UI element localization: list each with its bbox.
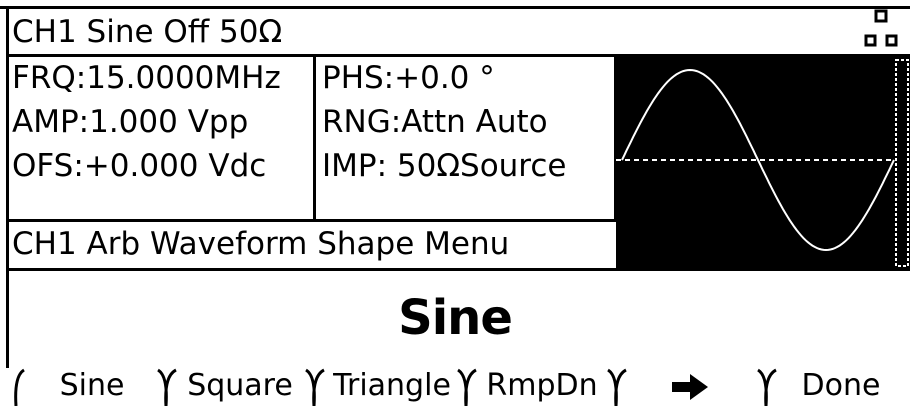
selected-shape-label: Sine	[398, 290, 513, 346]
softkey-bracket	[457, 368, 477, 406]
offset-readout: OFS:+0.000 Vdc	[12, 148, 267, 184]
sine-wave-graphic	[616, 59, 909, 267]
frame-top	[0, 6, 910, 9]
softkey-bracket	[607, 368, 627, 406]
impedance-readout: IMP: 50ΩSource	[322, 148, 567, 184]
frequency-readout: FRQ:15.0000MHz	[12, 60, 281, 96]
waveform-preview	[616, 56, 910, 270]
instrument-display: CH1 Sine Off 50Ω FRQ:15.0000MHz AMP:1.00…	[0, 0, 910, 406]
softkey-bracket	[757, 368, 777, 406]
channel-status-icon	[864, 9, 898, 47]
param-divider-1	[313, 54, 316, 222]
softkey-bracket	[14, 368, 25, 406]
range-readout: RNG:Attn Auto	[322, 104, 548, 140]
channel-status: CH1 Sine Off 50Ω	[12, 14, 283, 50]
scroll-marker	[895, 59, 909, 267]
softkey-bracket	[157, 368, 177, 406]
phase-readout: PHS:+0.0 °	[322, 60, 495, 96]
softkey-bracket	[305, 368, 325, 406]
param-bottom-divider	[6, 219, 616, 222]
softkey-dividers	[14, 368, 777, 406]
menu-title-divider	[6, 268, 910, 271]
amplitude-readout: AMP:1.000 Vpp	[12, 104, 249, 140]
menu-title: CH1 Arb Waveform Shape Menu	[12, 226, 510, 262]
